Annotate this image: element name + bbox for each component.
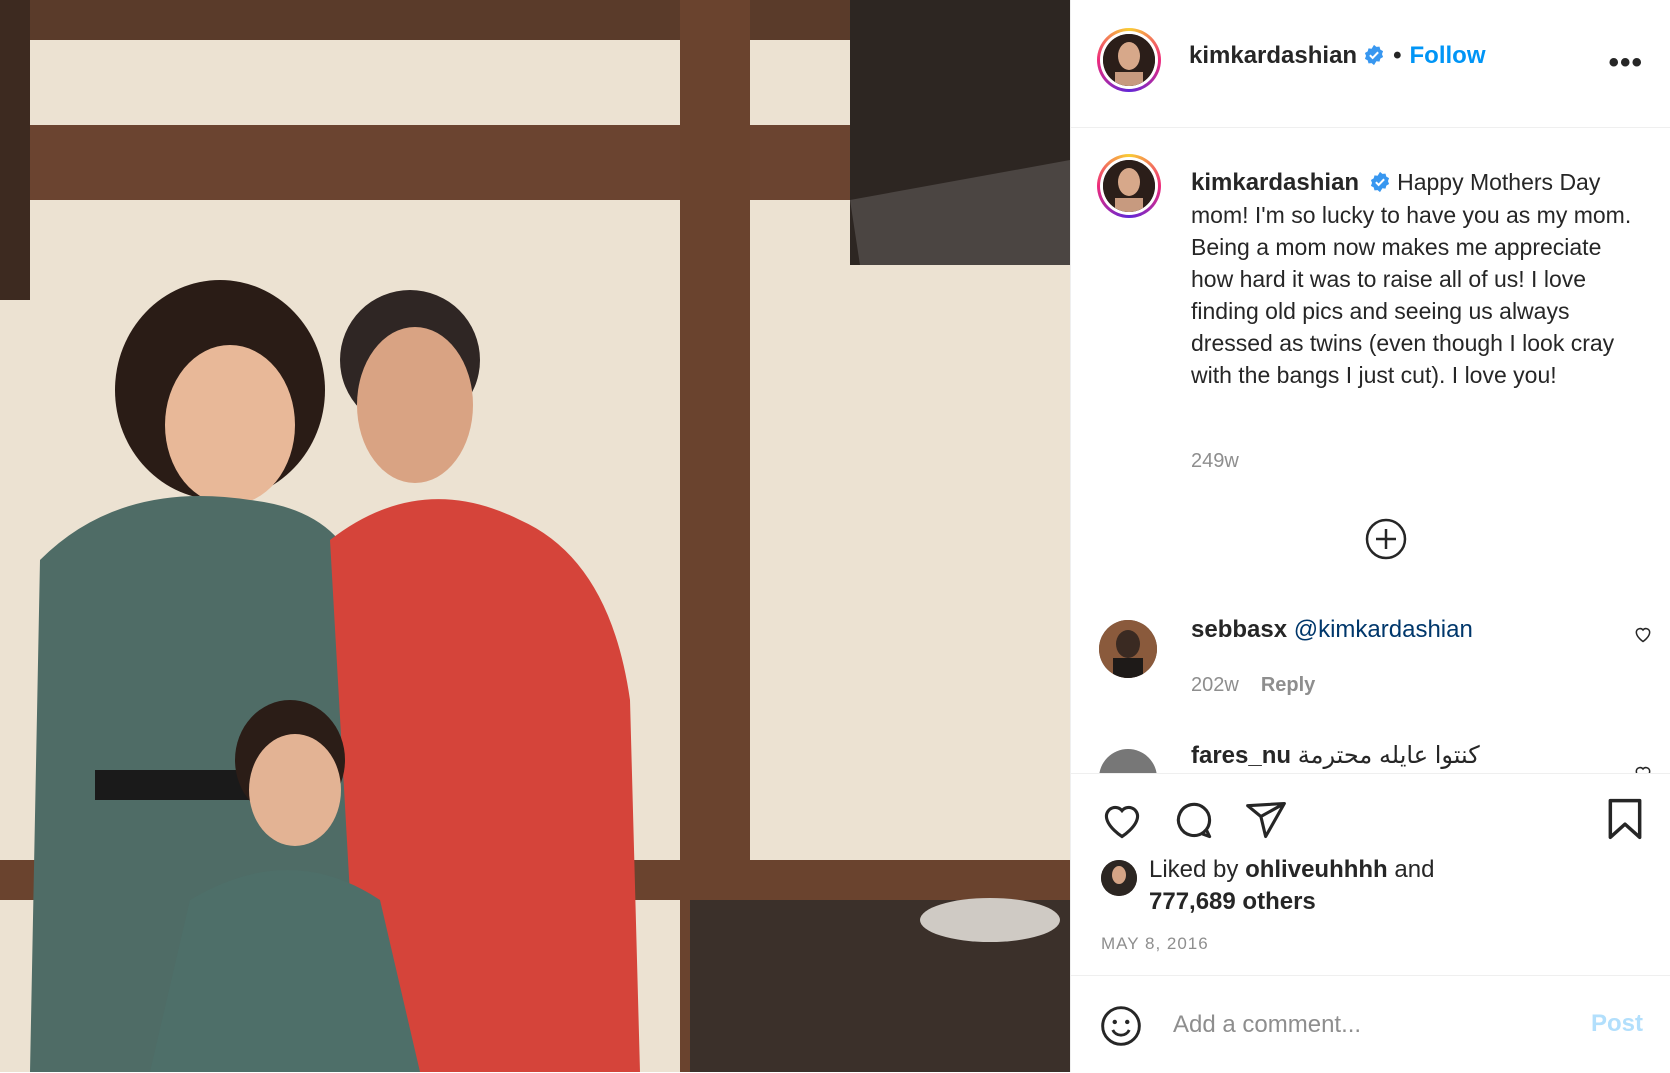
author-username[interactable]: kimkardashian (1189, 42, 1357, 69)
likes-count[interactable]: 777,689 others (1149, 888, 1316, 915)
post-header: kimkardashian • Follow ••• (1071, 0, 1670, 128)
load-more-comments-button[interactable] (1365, 518, 1407, 560)
commenter-username[interactable]: sebbasx (1191, 616, 1287, 643)
add-comment-bar: Post (1071, 975, 1670, 1073)
caption-text: Happy Mothers Day mom! I'm so lucky to h… (1191, 169, 1632, 388)
caption-author-avatar[interactable] (1097, 154, 1161, 218)
plus-circle-icon (1365, 518, 1407, 560)
liked-by-user[interactable]: ohliveuhhhh (1245, 856, 1388, 883)
follow-button[interactable]: Follow (1410, 42, 1486, 69)
caption-username[interactable]: kimkardashian (1191, 169, 1359, 196)
share-icon[interactable] (1243, 798, 1289, 842)
comment-body: fares_nu كنتوا عايله محترمة (1191, 741, 1480, 770)
separator-dot: • (1393, 42, 1402, 69)
avatar-photo (1103, 34, 1155, 86)
avatar-photo (1101, 860, 1137, 896)
post-photo-graphic (0, 0, 1070, 1072)
commenter-avatar[interactable] (1099, 749, 1157, 773)
post-caption: kimkardashian Happy Mothers Day mom! I'm … (1191, 166, 1646, 391)
post-side-panel: kimkardashian • Follow ••• kimkardashian Ha… (1070, 0, 1670, 1072)
verified-badge-icon (1371, 171, 1390, 193)
heart-icon[interactable] (1099, 798, 1145, 842)
commenter-username[interactable]: fares_nu (1191, 742, 1291, 769)
header-line: kimkardashian • Follow (1189, 42, 1485, 70)
comment-meta: 202w Reply (1191, 674, 1315, 697)
post-actions: Liked by ohliveuhhhh and 777,689 others M… (1071, 773, 1670, 976)
comment-like-heart-icon[interactable] (1633, 624, 1653, 644)
post-image[interactable] (0, 0, 1070, 1072)
more-options-icon[interactable]: ••• (1608, 46, 1643, 80)
commenter-avatar[interactable] (1099, 620, 1157, 678)
comment-body: sebbasx @kimkardashian (1191, 616, 1473, 644)
reply-button[interactable]: Reply (1261, 674, 1315, 696)
emoji-icon[interactable] (1099, 1004, 1143, 1048)
post-date[interactable]: MAY 8, 2016 (1101, 934, 1209, 954)
liked-by-prefix: Liked by (1149, 856, 1246, 883)
avatar-photo (1103, 160, 1155, 212)
comment-timestamp[interactable]: 202w (1191, 674, 1239, 696)
avatar-photo (1099, 620, 1157, 678)
caption-timestamp[interactable]: 249w (1191, 450, 1239, 473)
comments-area[interactable]: kimkardashian Happy Mothers Day mom! I'm … (1071, 128, 1670, 773)
comment-mention[interactable]: @kimkardashian (1294, 616, 1473, 643)
author-avatar[interactable] (1097, 28, 1161, 92)
comment-like-heart-icon[interactable] (1633, 763, 1653, 773)
comment-input[interactable] (1171, 1004, 1555, 1046)
bookmark-icon[interactable] (1603, 796, 1647, 842)
comment-text: كنتوا عايله محترمة (1297, 742, 1480, 769)
liked-by-and: and (1387, 856, 1435, 883)
post-comment-button[interactable]: Post (1591, 1010, 1643, 1038)
likes-summary: Liked by ohliveuhhhh and 777,689 others (1149, 854, 1434, 918)
comment-icon[interactable] (1171, 798, 1217, 842)
verified-badge-icon (1365, 44, 1384, 66)
liker-avatar[interactable] (1101, 860, 1137, 896)
